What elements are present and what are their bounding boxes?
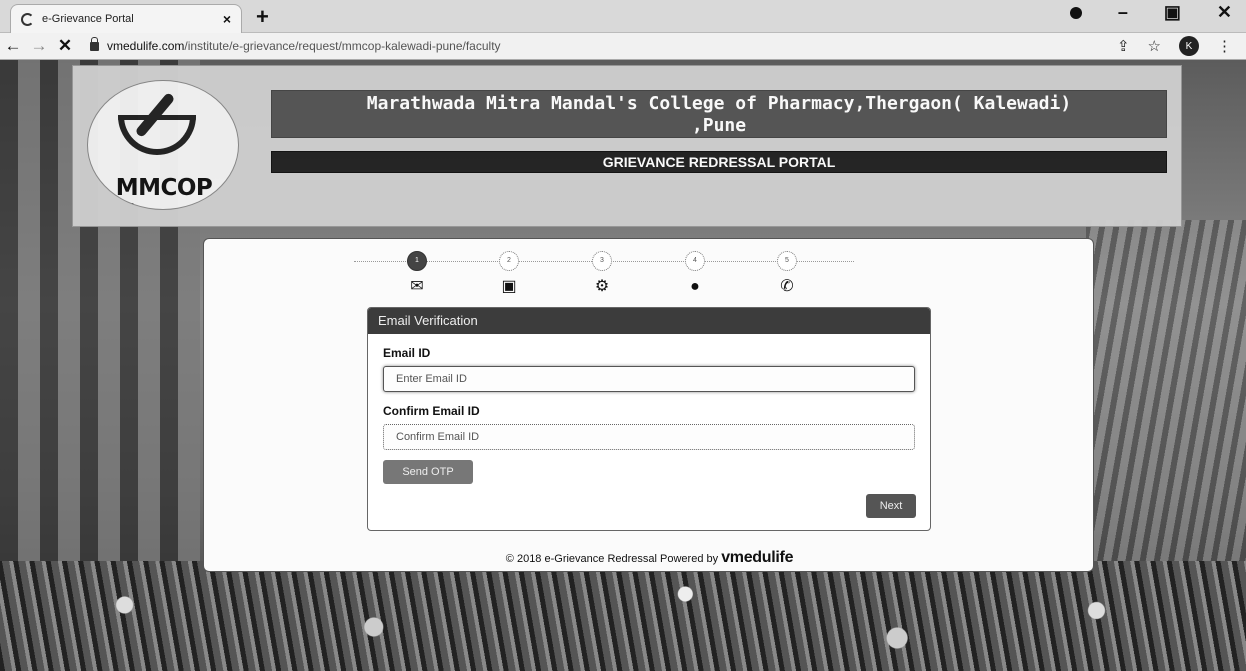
star-icon[interactable]: ☆ — [1148, 37, 1161, 55]
profile-avatar[interactable]: K — [1179, 36, 1199, 56]
step-1[interactable]: 1 ✉ — [404, 251, 430, 296]
portal-title: GRIEVANCE REDRESSAL PORTAL — [271, 151, 1167, 173]
url-field[interactable]: vmedulife.com/institute/e-grievance/requ… — [90, 36, 1117, 53]
comment-icon: ● — [690, 278, 700, 295]
envelope-icon: ✉ — [410, 278, 424, 295]
step-number: 2 — [499, 251, 519, 271]
logo-subtext: Health & ... — [108, 203, 143, 210]
close-icon[interactable]: ✕ — [1217, 2, 1232, 23]
college-logo: MMCOP Health & ... — [87, 80, 239, 210]
card-heading: Email Verification — [368, 308, 930, 334]
step-4[interactable]: 4 ● — [682, 251, 708, 296]
email-verification-card: Email Verification Email ID Confirm Emai… — [367, 307, 931, 531]
gears-icon: ⚙ — [594, 278, 610, 295]
stop-icon[interactable]: ✕ — [52, 36, 78, 56]
mortar-icon — [118, 115, 196, 155]
logo-text: MMCOP — [115, 175, 213, 201]
browser-window: e-Grievance Portal × + – ▣ ✕ ← → ✕ vmedu… — [0, 0, 1246, 671]
id-card-icon: ▣ — [501, 278, 517, 295]
progress-steps: 1 ✉ 2 ▣ 3 ⚙ 4 ● 5 ✆ — [354, 249, 854, 301]
back-icon[interactable]: ← — [0, 36, 26, 56]
header-banner: MMCOP Health & ... Marathwada Mitra Mand… — [72, 65, 1182, 227]
tab-close-icon[interactable]: × — [223, 11, 231, 27]
url-path: /institute/e-grievance/request/mmcop-kal… — [184, 39, 501, 53]
address-bar: ← → ✕ vmedulife.com/institute/e-grievanc… — [0, 33, 1246, 60]
menu-icon[interactable]: ⋮ — [1217, 37, 1232, 55]
college-name-line1: Marathwada Mitra Mandal's College of Pha… — [366, 93, 1072, 114]
record-icon[interactable] — [1069, 6, 1082, 19]
tab-bar: e-Grievance Portal × + – ▣ ✕ — [0, 0, 1246, 33]
step-number: 5 — [777, 251, 797, 271]
step-3[interactable]: 3 ⚙ — [589, 251, 615, 296]
tab-title: e-Grievance Portal — [42, 13, 134, 25]
share-icon[interactable]: ⇪ — [1117, 37, 1130, 55]
college-name-line2: ,Pune — [691, 115, 747, 136]
page-background: MMCOP Health & ... Marathwada Mitra Mand… — [0, 60, 1246, 671]
confirm-email-field[interactable] — [383, 424, 915, 450]
step-2[interactable]: 2 ▣ — [496, 251, 522, 296]
confirm-email-label: Confirm Email ID — [383, 404, 480, 418]
lock-icon — [90, 36, 99, 51]
next-button[interactable]: Next — [866, 494, 916, 518]
footer: © 2018 e-Grievance Redressal Powered by … — [204, 549, 1095, 567]
maximize-icon[interactable]: ▣ — [1164, 2, 1181, 23]
step-number: 1 — [407, 251, 427, 271]
loading-icon — [21, 12, 34, 26]
forward-icon[interactable]: → — [26, 36, 52, 56]
minimize-icon[interactable]: – — [1118, 2, 1128, 23]
browser-tab[interactable]: e-Grievance Portal × — [10, 4, 242, 33]
email-label: Email ID — [383, 346, 431, 360]
phone-icon: ✆ — [780, 278, 794, 295]
footer-text: © 2018 e-Grievance Redressal Powered by — [505, 553, 719, 565]
footer-brand[interactable]: vmedulife — [721, 549, 793, 566]
background-trees — [1086, 220, 1246, 600]
college-name: Marathwada Mitra Mandal's College of Pha… — [271, 90, 1167, 138]
step-number: 4 — [685, 251, 705, 271]
email-field[interactable] — [383, 366, 915, 392]
step-number: 3 — [592, 251, 612, 271]
background-flowers — [0, 561, 1246, 671]
url-domain: vmedulife.com — [107, 39, 185, 53]
step-5[interactable]: 5 ✆ — [774, 251, 800, 296]
new-tab-button[interactable]: + — [256, 4, 269, 30]
main-panel: 1 ✉ 2 ▣ 3 ⚙ 4 ● 5 ✆ Email Verification E… — [203, 238, 1094, 572]
send-otp-button[interactable]: Send OTP — [383, 460, 473, 484]
